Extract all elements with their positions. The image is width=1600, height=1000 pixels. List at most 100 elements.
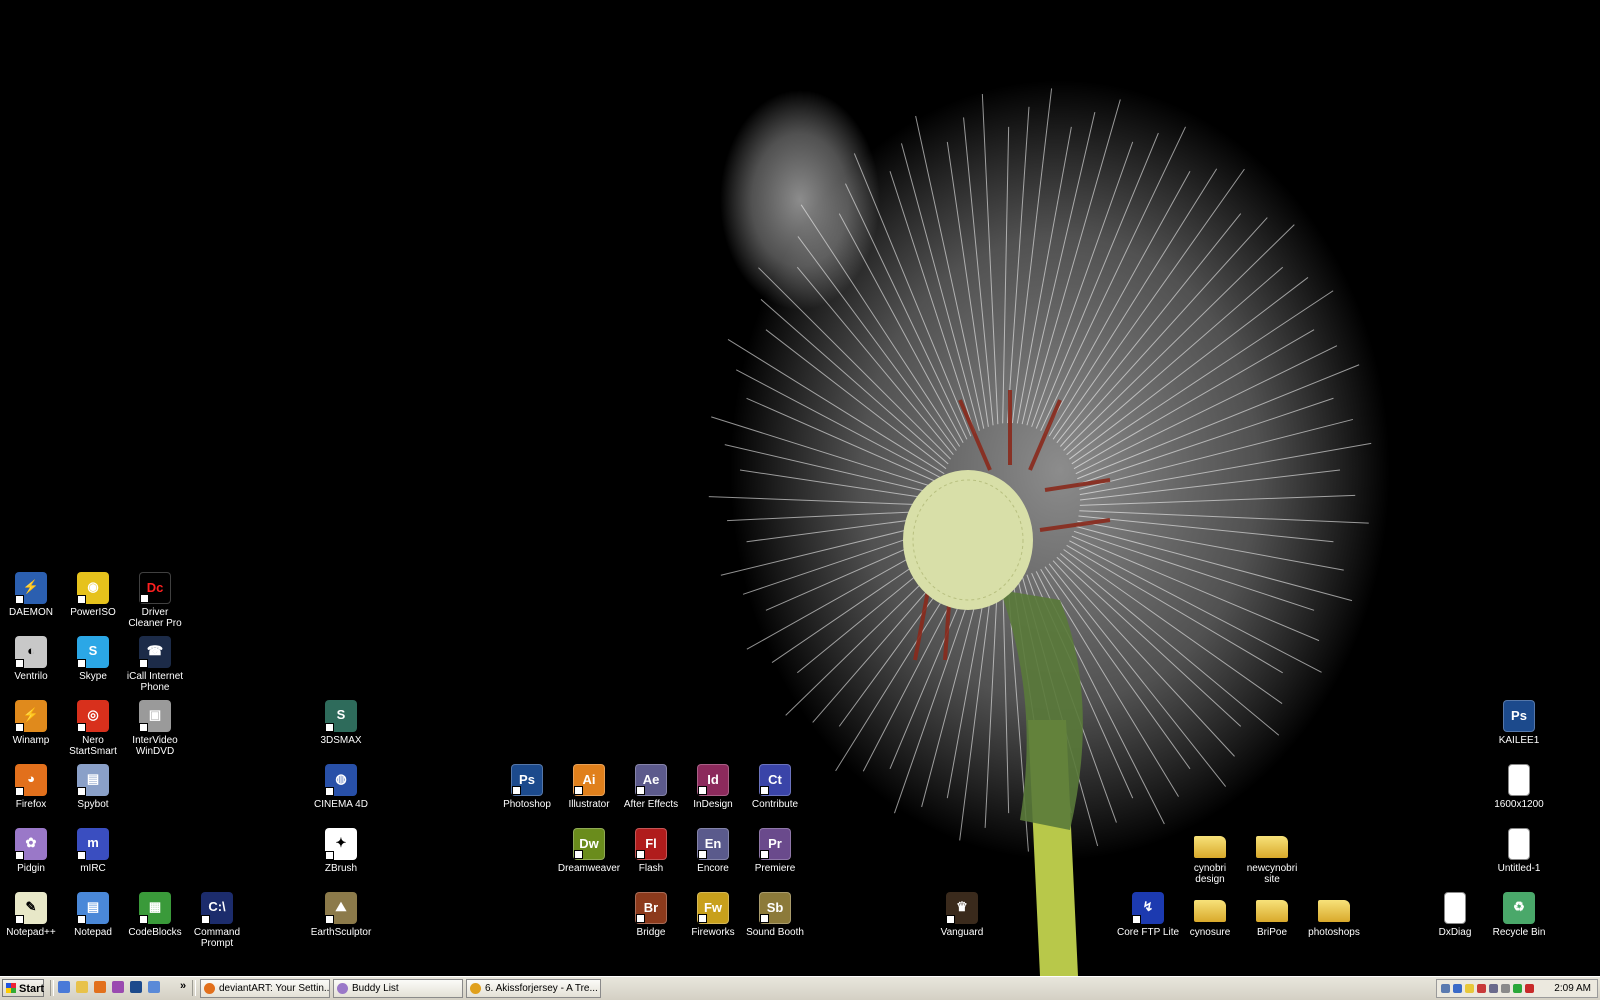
desktop-icon[interactable]: ▤ Notepad (61, 892, 125, 938)
shortcut-arrow-icon (512, 786, 521, 795)
system-tray: 2:09 AM (1436, 979, 1598, 998)
desktop-icon[interactable]: BriPoe (1240, 892, 1304, 938)
desktop-icon[interactable]: photoshops (1302, 892, 1366, 938)
desktop-icon-label: PowerISO (70, 607, 116, 618)
security-icon[interactable] (1525, 984, 1534, 993)
shortcut-arrow-icon (698, 850, 707, 859)
desktop-icon-label: Bridge (636, 927, 666, 938)
psd-file-icon: Ps (1503, 700, 1535, 732)
antivirus-icon[interactable] (1477, 984, 1486, 993)
desktop-icon-label: KAILEE1 (1498, 735, 1540, 746)
desktop-icon[interactable]: ✎ Notepad++ (0, 892, 63, 938)
desktop-icon[interactable]: ♻ Recycle Bin (1487, 892, 1551, 938)
desktop-icon[interactable]: Sb Sound Booth (743, 892, 807, 938)
desktop-icon[interactable]: ⛰ EarthSculptor (309, 892, 373, 938)
show-desktop-icon[interactable] (58, 981, 70, 993)
desktop-icon-label: Photoshop (503, 799, 551, 810)
desktop-icon[interactable]: Ps KAILEE1 (1487, 700, 1551, 746)
desktop-icon-label: CINEMA 4D (314, 799, 368, 810)
desktop-icon[interactable]: Br Bridge (619, 892, 683, 938)
notepad-icon: ▤ (77, 892, 109, 924)
desktop-icon-label: After Effects (623, 799, 679, 810)
desktop-icon[interactable]: Fl Flash (619, 828, 683, 874)
photoshop-icon[interactable] (130, 981, 142, 993)
network-icon[interactable] (1441, 984, 1450, 993)
desktop-icon[interactable]: Pr Premiere (743, 828, 807, 874)
desktop-icon[interactable]: cynosure (1178, 892, 1242, 938)
task-button[interactable]: deviantART: Your Settin... (200, 979, 330, 998)
image-file-icon (1508, 764, 1530, 796)
desktop-icon[interactable]: S Skype (61, 636, 125, 682)
firefox-icon[interactable] (94, 981, 106, 993)
desktop-icon[interactable]: newcynobri site (1240, 828, 1304, 885)
desktop-icon[interactable]: Id InDesign (681, 764, 745, 810)
desktop-icon[interactable]: ⚡ Winamp (0, 700, 63, 746)
task-button[interactable]: Buddy List (333, 979, 463, 998)
media-icon[interactable] (112, 981, 124, 993)
folder-icon (1318, 900, 1350, 922)
desktop-icon[interactable]: ◕ Firefox (0, 764, 63, 810)
shortcut-arrow-icon (698, 786, 707, 795)
desktop-icon[interactable]: ✦ ZBrush (309, 828, 373, 874)
bridge-icon: Br (635, 892, 667, 924)
desktop-icon[interactable]: ✿ Pidgin (0, 828, 63, 874)
taskbar-separator (192, 980, 196, 996)
desktop-icon[interactable]: Ai Illustrator (557, 764, 621, 810)
desktop-icon[interactable]: ▦ CodeBlocks (123, 892, 187, 938)
folder-icon (1194, 900, 1226, 922)
window-icon[interactable] (148, 981, 160, 993)
soundbooth-icon: Sb (759, 892, 791, 924)
desktop-icon[interactable]: DxDiag (1423, 892, 1487, 938)
desktop-icon[interactable]: 1600x1200 (1487, 764, 1551, 810)
encore-icon: En (697, 828, 729, 860)
desktop-icon[interactable]: S 3DSMAX (309, 700, 373, 746)
desktop-icon[interactable]: m mIRC (61, 828, 125, 874)
task-button-label: deviantART: Your Settin... (219, 983, 330, 994)
desktop-icon[interactable]: Fw Fireworks (681, 892, 745, 938)
task-button-label: 6. Akissforjersey - A Tre... (485, 983, 598, 994)
desktop-icon[interactable]: Dc Driver Cleaner Pro (123, 572, 187, 629)
pidgin-icon: ✿ (15, 828, 47, 860)
text-file-icon (1444, 892, 1466, 924)
quick-launch-chevron[interactable]: » (180, 980, 186, 992)
desktop-icon[interactable]: Dw Dreamweaver (557, 828, 621, 874)
desktop-icon[interactable]: Untitled-1 (1487, 828, 1551, 874)
driver-cleaner-icon: Dc (139, 572, 171, 604)
desktop-icon-label: Vanguard (940, 927, 984, 938)
desktop-icon[interactable]: Ct Contribute (743, 764, 807, 810)
desktop-icon[interactable]: Ps Photoshop (495, 764, 559, 810)
desktop-icon[interactable]: En Encore (681, 828, 745, 874)
windvd-icon[interactable] (1489, 984, 1498, 993)
desktop-icon[interactable]: C:\ Command Prompt (185, 892, 249, 949)
desktop-icon[interactable]: ♛ Vanguard (930, 892, 994, 938)
poweriso-icon: ◉ (77, 572, 109, 604)
shortcut-arrow-icon (325, 915, 334, 924)
start-button[interactable]: Start (2, 979, 44, 997)
after-effects-icon: Ae (635, 764, 667, 796)
desktop-icon[interactable]: ◉ PowerISO (61, 572, 125, 618)
shield-icon[interactable] (1465, 984, 1474, 993)
command-prompt-icon: C:\ (201, 892, 233, 924)
desktop-icon[interactable]: ◎ Nero StartSmart (61, 700, 125, 757)
desktop-icon[interactable]: ☎ iCall Internet Phone (123, 636, 187, 693)
wireless-icon[interactable] (1513, 984, 1522, 993)
clock[interactable]: 2:09 AM (1554, 982, 1591, 996)
desktop-icon[interactable]: ▤ Spybot (61, 764, 125, 810)
3dsmax-icon: S (325, 700, 357, 732)
desktop-icon[interactable]: ◍ CINEMA 4D (309, 764, 373, 810)
recycle-bin-icon: ♻ (1503, 892, 1535, 924)
explorer-icon[interactable] (76, 981, 88, 993)
desktop-icon[interactable]: ⚡ DAEMON (0, 572, 63, 618)
volume-icon[interactable] (1501, 984, 1510, 993)
desktop-icon[interactable]: ↯ Core FTP Lite (1116, 892, 1180, 938)
desktop-icon[interactable]: ▣ InterVideo WinDVD (123, 700, 187, 757)
display-icon[interactable] (1453, 984, 1462, 993)
zbrush-icon: ✦ (325, 828, 357, 860)
desktop-icon[interactable]: ◐ Ventrilo (0, 636, 63, 682)
pidgin-icon (337, 983, 348, 994)
task-button[interactable]: 6. Akissforjersey - A Tre... (466, 979, 601, 998)
winamp-icon: ⚡ (15, 700, 47, 732)
desktop-icon[interactable]: cynobri design (1178, 828, 1242, 885)
desktop-icon[interactable]: Ae After Effects (619, 764, 683, 810)
task-button-label: Buddy List (352, 983, 399, 994)
